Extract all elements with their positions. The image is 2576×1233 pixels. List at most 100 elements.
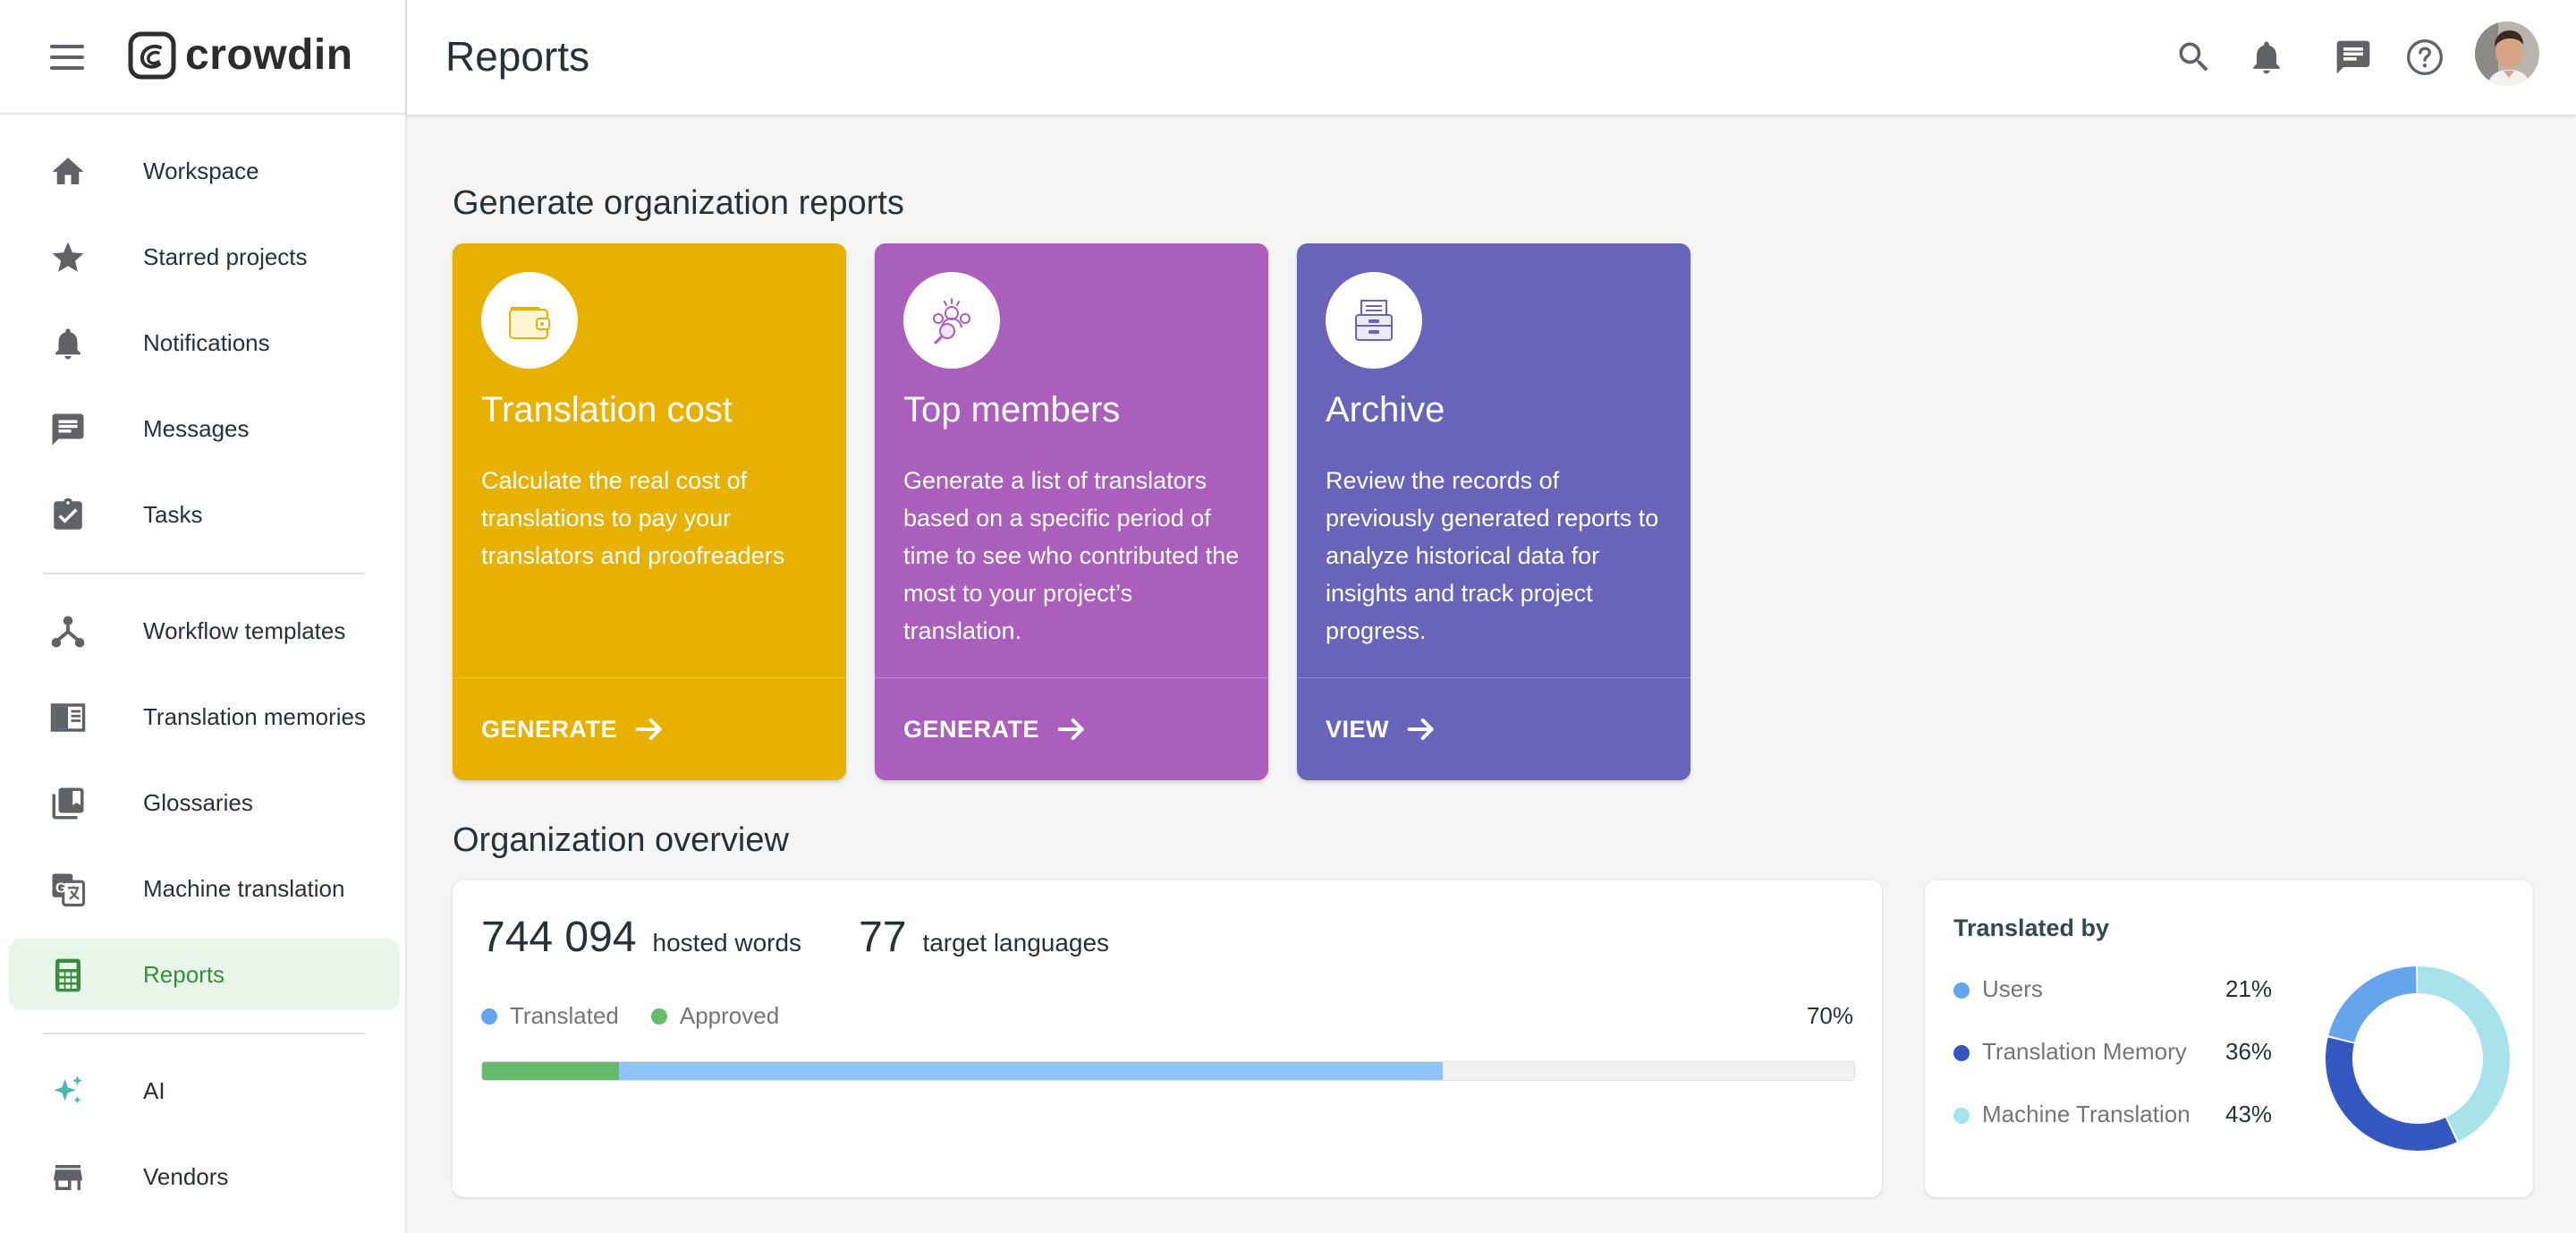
section-title-reports: Generate organization reports [453, 184, 904, 222]
progress-translated-fill [482, 1062, 1443, 1080]
star-icon [52, 242, 84, 272]
sidebar-item-label: Glossaries [143, 788, 253, 816]
translated-by-donut-chart [2326, 966, 2510, 1151]
store-icon [54, 1165, 82, 1190]
arrow-right-icon [1407, 719, 1434, 740]
progress-percent: 70% [1806, 1002, 1853, 1029]
members-search-icon [933, 298, 970, 344]
ai-sparkle-icon [54, 1076, 82, 1104]
sidebar-item-label: AI [143, 1076, 165, 1104]
memory-book-icon [50, 703, 86, 732]
progress-bar [481, 1061, 1855, 1081]
progress-legend: Translated Approved [481, 1002, 779, 1030]
logo-text: crowdin [185, 31, 353, 79]
arrow-right-icon [635, 719, 662, 740]
bell-icon [55, 328, 80, 360]
home-icon [52, 157, 84, 184]
translate-icon: G [52, 873, 86, 907]
progress-approved-fill [482, 1062, 620, 1080]
translated-by-row-mt: Machine Translation 43% [1953, 1101, 2275, 1131]
arrow-right-icon [1057, 719, 1084, 740]
sidebar-item-label: Translation memories [143, 702, 367, 730]
overview-stats: 744 094 hosted words 77 target languages [481, 913, 1109, 962]
archive-icon [1355, 300, 1393, 341]
sidebar-item-label: Machine translation [143, 874, 345, 902]
glossary-books-icon [52, 787, 84, 820]
sidebar: crowdin Workspace Starred projects Notif… [0, 0, 407, 1233]
view-button[interactable]: VIEW [1326, 710, 1439, 748]
card-archive[interactable]: Archive Review the records of previously… [1297, 243, 1690, 780]
crowdin-logo[interactable]: crowdin [128, 30, 353, 80]
card-top-members[interactable]: Top members Generate a list of translato… [875, 243, 1268, 780]
user-avatar-icon [2475, 21, 2539, 86]
sidebar-item-label: Reports [143, 960, 225, 988]
sidebar-item-reports[interactable]: Reports [9, 939, 400, 1010]
chat-icon[interactable] [2334, 38, 2373, 77]
sidebar-item-label: Workflow templates [143, 616, 346, 644]
card-title: Archive [1326, 390, 1445, 429]
legend-translated-label: Translated [510, 1002, 619, 1029]
sidebar-item-notifications[interactable]: Notifications [9, 307, 400, 378]
sidebar-item-vendors[interactable]: Vendors [9, 1141, 400, 1212]
translated-by-label: Machine Translation [1982, 1101, 2190, 1127]
card-title: Top members [903, 390, 1121, 429]
crowdin-logo-icon [128, 31, 176, 79]
card-icon-badge [903, 272, 1000, 369]
sidebar-item-workflow-templates[interactable]: Workflow templates [9, 595, 400, 667]
message-icon [52, 413, 84, 446]
svg-text:G: G [55, 881, 66, 897]
target-languages-value: 77 [859, 914, 907, 961]
translated-by-value: 36% [2225, 1038, 2273, 1065]
card-translation-cost[interactable]: Translation cost Calculate the real cost… [453, 243, 846, 780]
translated-by-row-tm: Translation Memory 36% [1953, 1038, 2275, 1068]
users-dot [1953, 982, 1970, 999]
generate-button-label: GENERATE [903, 715, 1040, 743]
card-footer: GENERATE [453, 677, 846, 780]
sidebar-item-label: Messages [143, 414, 250, 442]
card-title: Translation cost [481, 390, 733, 429]
bell-icon[interactable] [2247, 38, 2286, 77]
section-title-overview: Organization overview [453, 821, 789, 859]
help-icon[interactable] [2405, 38, 2445, 77]
sidebar-header: crowdin [0, 0, 405, 115]
sidebar-item-label: Vendors [143, 1162, 229, 1190]
translated-by-title: Translated by [1953, 914, 2110, 941]
legend-approved-label: Approved [679, 1002, 780, 1029]
top-bar: Reports [407, 0, 2576, 115]
generate-button[interactable]: GENERATE [481, 710, 667, 748]
translated-by-row-users: Users 21% [1953, 975, 2275, 1006]
generate-button[interactable]: GENERATE [903, 710, 1089, 748]
avatar[interactable] [2475, 21, 2539, 86]
sidebar-item-glossaries[interactable]: Glossaries [9, 767, 400, 838]
approved-dot [650, 1008, 667, 1025]
sidebar-item-machine-translation[interactable]: G Machine translation [9, 853, 400, 924]
translated-by-label: Users [1982, 975, 2043, 1002]
sidebar-item-starred-projects[interactable]: Starred projects [9, 221, 400, 293]
sidebar-item-ai[interactable]: AI [9, 1055, 400, 1127]
menu-icon[interactable] [50, 45, 84, 70]
sidebar-item-tasks[interactable]: Tasks [9, 479, 400, 550]
wallet-icon [509, 307, 550, 339]
sidebar-item-label: Tasks [143, 500, 203, 528]
generate-button-label: GENERATE [481, 715, 618, 743]
target-languages-label: target languages [922, 929, 1110, 957]
overview-panel: 744 094 hosted words 77 target languages… [453, 880, 1882, 1197]
translated-dot [481, 1008, 497, 1025]
hosted-words-value: 744 094 [481, 914, 637, 961]
card-description: Generate a list of translators based on … [903, 467, 1240, 644]
sidebar-item-label: Workspace [143, 157, 259, 184]
card-footer: GENERATE [875, 677, 1268, 780]
calculator-icon [55, 958, 80, 992]
sidebar-item-label: Starred projects [143, 242, 308, 270]
sidebar-item-translation-memories[interactable]: Translation memories [9, 681, 400, 753]
card-description: Review the records of previously generat… [1326, 467, 1659, 644]
card-footer: VIEW [1297, 677, 1690, 780]
hosted-words-label: hosted words [652, 929, 802, 957]
sidebar-divider [43, 573, 365, 574]
sidebar-divider [43, 1033, 365, 1034]
sidebar-item-messages[interactable]: Messages [9, 393, 400, 464]
sidebar-item-workspace[interactable]: Workspace [9, 135, 400, 207]
card-icon-badge [481, 272, 578, 369]
search-icon[interactable] [2174, 38, 2214, 77]
translated-by-label: Translation Memory [1982, 1038, 2187, 1065]
